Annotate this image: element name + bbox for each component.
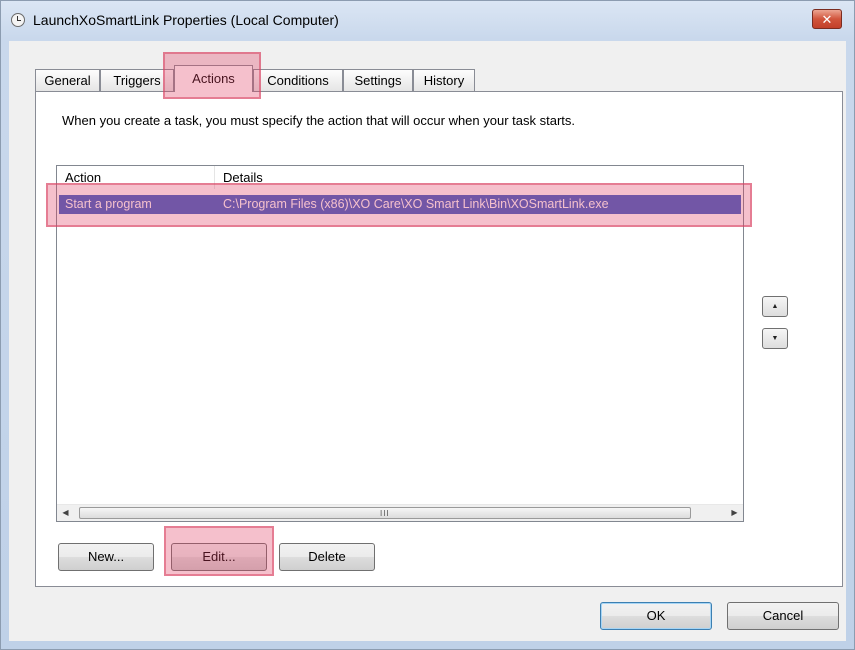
ok-button[interactable]: OK bbox=[600, 602, 712, 630]
new-action-button[interactable]: New... bbox=[58, 543, 154, 571]
row-details: C:\Program Files (x86)\XO Care\XO Smart … bbox=[223, 197, 609, 211]
properties-dialog: LaunchXoSmartLink Properties (Local Comp… bbox=[0, 0, 855, 650]
tab-actions[interactable]: Actions bbox=[174, 65, 253, 92]
edit-action-button[interactable]: Edit... bbox=[171, 543, 267, 571]
tab-settings[interactable]: Settings bbox=[343, 69, 413, 91]
actions-description: When you create a task, you must specify… bbox=[62, 113, 576, 128]
actions-panel: When you create a task, you must specify… bbox=[35, 91, 843, 587]
tab-history[interactable]: History bbox=[413, 69, 475, 91]
row-action: Start a program bbox=[65, 197, 152, 211]
scroll-left-arrow-icon[interactable]: ◀ bbox=[57, 505, 74, 521]
column-header-details[interactable]: Details bbox=[215, 166, 743, 189]
column-header-action[interactable]: Action bbox=[57, 166, 215, 189]
dialog-client-area: General Triggers Actions Conditions Sett… bbox=[9, 41, 846, 641]
tab-general[interactable]: General bbox=[35, 69, 100, 91]
clock-icon bbox=[11, 13, 25, 27]
move-down-button[interactable]: ▼ bbox=[762, 328, 788, 349]
actions-list[interactable]: Action Details Start a program C:\Progra… bbox=[56, 165, 744, 522]
delete-action-button[interactable]: Delete bbox=[279, 543, 375, 571]
cancel-button[interactable]: Cancel bbox=[727, 602, 839, 630]
tab-triggers[interactable]: Triggers bbox=[100, 69, 174, 91]
scroll-thumb[interactable]: III bbox=[79, 507, 691, 519]
list-item[interactable]: Start a program C:\Program Files (x86)\X… bbox=[59, 195, 741, 214]
tab-conditions[interactable]: Conditions bbox=[253, 69, 343, 91]
close-button[interactable]: ✕ bbox=[812, 9, 842, 29]
horizontal-scrollbar[interactable]: ◀ III ▶ bbox=[57, 504, 743, 521]
scroll-right-arrow-icon[interactable]: ▶ bbox=[726, 505, 743, 521]
window-title: LaunchXoSmartLink Properties (Local Comp… bbox=[33, 12, 339, 28]
title-bar[interactable]: LaunchXoSmartLink Properties (Local Comp… bbox=[1, 1, 854, 41]
move-up-button[interactable]: ▲ bbox=[762, 296, 788, 317]
list-header: Action Details bbox=[57, 166, 743, 189]
scroll-grip-icon: III bbox=[380, 509, 390, 518]
